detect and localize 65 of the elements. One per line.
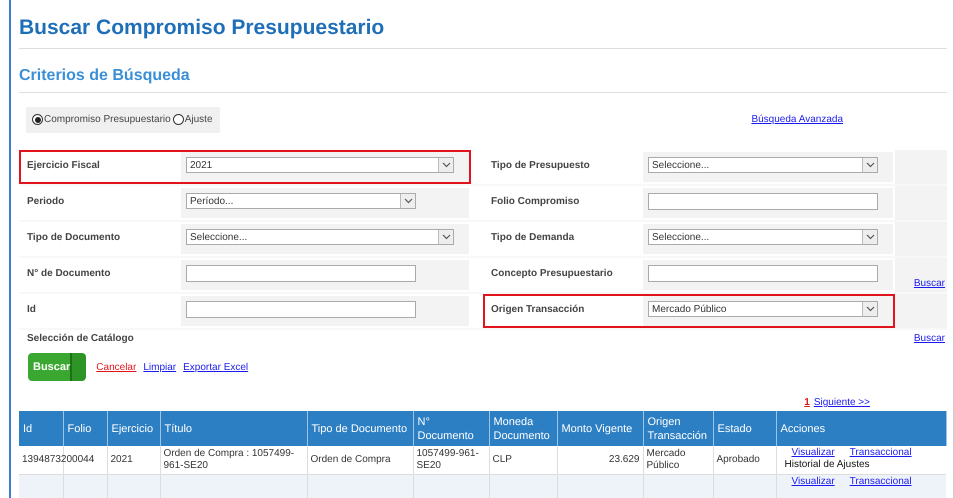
action-link[interactable]: Exportar Excel (183, 360, 248, 374)
column-header: Acciones (776, 411, 946, 446)
next-page-link[interactable]: Siguiente >> (814, 395, 870, 410)
field-label: Id (27, 304, 36, 315)
action-link[interactable]: Visualizar (792, 476, 835, 488)
section-title: Criterios de Búsqueda (19, 67, 190, 84)
field-label: Tipo de Demanda (491, 232, 574, 243)
chevron-down-icon (438, 230, 453, 244)
field-label: Tipo de Documento (27, 232, 120, 243)
table-cell: CLP (489, 446, 557, 474)
radio-button[interactable] (172, 114, 184, 125)
table-cell: 1057499-961-SE20 (413, 446, 489, 474)
radio-label: Ajuste (184, 113, 213, 127)
chevron-down-icon (862, 230, 877, 244)
table-cell: 23.629 (557, 446, 643, 474)
column-header: Origen Transacción (643, 411, 713, 446)
field-label: Folio Compromiso (491, 196, 580, 207)
field-label: Periodo (27, 196, 64, 207)
chevron-down-icon (438, 158, 453, 172)
radio-button[interactable] (32, 114, 43, 125)
column-header: Tipo de Documento (307, 411, 413, 446)
field-label: Selección de Catálogo (27, 332, 134, 346)
search-link[interactable]: Buscar (914, 330, 947, 346)
field-label: Concepto Presupuestario (491, 268, 613, 279)
cancel-link[interactable]: Cancelar (96, 360, 136, 374)
dropdown[interactable]: Seleccione... (648, 229, 878, 245)
action-link[interactable]: Visualizar (792, 447, 835, 459)
table-cell: Orden de Compra : 1057499-961-SE20 (160, 446, 307, 474)
table-cell: Orden de Compra (307, 446, 413, 474)
dropdown[interactable]: Mercado Público (648, 301, 878, 317)
text-input[interactable] (648, 193, 878, 210)
action-link[interactable]: Transaccional (850, 447, 912, 459)
current-page[interactable]: 1 (804, 395, 810, 410)
column-header: Folio (63, 411, 107, 446)
column-header: Ejercicio (107, 411, 160, 446)
action-link[interactable]: Limpiar (143, 360, 176, 374)
field-label: Tipo de Presupuesto (491, 160, 590, 171)
chevron-down-icon (862, 158, 877, 172)
history-text: Historial de Ajustes (784, 459, 871, 471)
chevron-down-icon (862, 302, 877, 316)
search-link[interactable]: Buscar (914, 277, 945, 290)
radio-label: Compromiso Presupuestario (44, 113, 171, 127)
column-header: Estado (713, 411, 776, 446)
page-title: Buscar Compromiso Presupuestario (19, 16, 384, 39)
advanced-search-link[interactable]: Búsqueda Avanzada (751, 112, 843, 127)
column-header: Título (160, 411, 307, 446)
table-cell: Aprobado (713, 446, 776, 474)
table-cell: 2021 (107, 446, 160, 474)
dropdown[interactable]: Seleccione... (648, 157, 878, 173)
dropdown[interactable]: Período... (186, 193, 416, 209)
text-input[interactable] (186, 265, 416, 282)
field-label: N° de Documento (27, 268, 110, 279)
dropdown[interactable]: 2021 (186, 157, 454, 173)
action-link[interactable]: Transaccional (850, 476, 912, 488)
chevron-down-icon (400, 194, 415, 208)
table-cell: Mercado Público (643, 446, 713, 474)
column-header: Id (19, 411, 63, 446)
text-input[interactable] (648, 265, 878, 282)
field-label: Ejercicio Fiscal (27, 160, 100, 171)
column-header: Moneda Documento (489, 411, 557, 446)
column-header: Monto Vigente (557, 411, 643, 446)
text-input[interactable] (186, 301, 416, 318)
field-label: Origen Transacción (491, 304, 584, 315)
dropdown[interactable]: Seleccione... (186, 229, 454, 245)
column-header: N° Documento (413, 411, 489, 446)
